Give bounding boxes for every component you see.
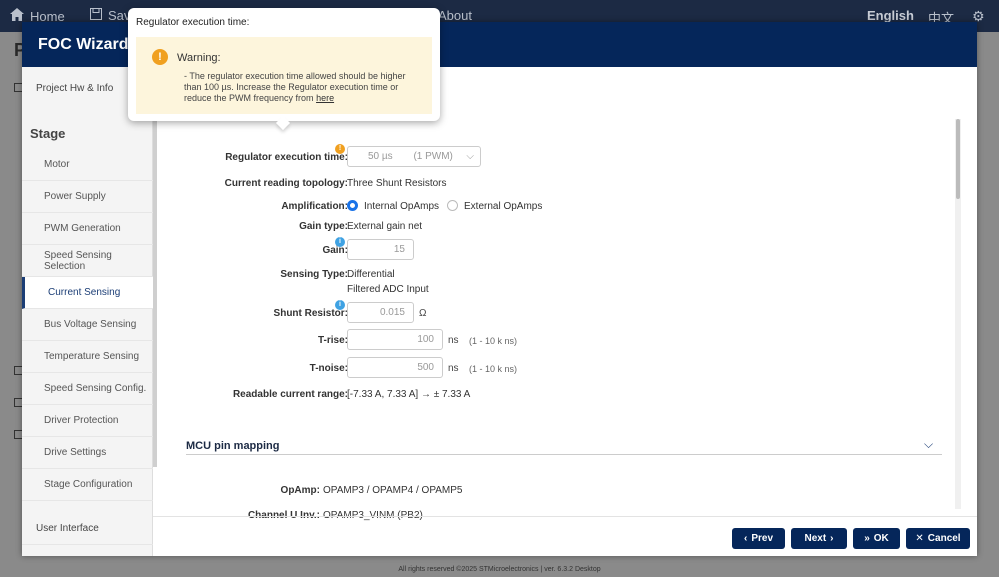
trise-range: (1 - 10 k ns) [469,336,518,346]
amp-external-radio[interactable] [447,200,458,211]
dialog-title: FOC Wizard [38,36,129,53]
regulator-execution-time-label: Regulator execution time: [225,152,348,163]
wizard-button-bar: ‹ Prev Next › » OK ✕ Cancel [153,516,977,556]
tnoise-input[interactable]: 500 [347,357,443,378]
regulator-pwm: (1 PWM) [413,151,453,162]
sidebar-item-speed-sensing-selection[interactable]: Speed Sensing Selection [22,245,153,277]
sidebar-item-power-supply[interactable]: Power Supply [22,181,153,213]
sidebar-item-stage-configuration[interactable]: Stage Configuration [22,469,153,501]
chevron-right-icon: › [830,533,834,544]
sidebar-item-current-sensing[interactable]: Current Sensing [22,277,153,309]
sidebar-scrollbar[interactable] [153,67,157,467]
tooltip-message: - The regulator execution time allowed s… [184,71,406,103]
tooltip-warning-box: ! Warning: - The regulator execution tim… [136,37,432,114]
shunt-unit: Ω [419,308,427,319]
shunt-resistor-label: Shunt Resistor: [273,308,348,319]
sidebar-item-speed-sensing-config[interactable]: Speed Sensing Config. [22,373,153,405]
amp-external-label: External OpAmps [464,201,543,212]
sidebar-item-drive-settings[interactable]: Drive Settings [22,437,153,469]
opamp-label: OpAmp: [280,485,320,496]
ok-label: OK [873,533,889,544]
footer-copyright: All rights reserved ©2025 STMicroelectro… [398,566,601,573]
next-label: Next [804,533,827,544]
sidebar-item-temperature-sensing[interactable]: Temperature Sensing [22,341,153,373]
wizard-sidebar: Project Hw & Info Stage Motor Power Supp… [22,67,153,556]
about-button[interactable]: About [438,8,472,23]
prev-label: Prev [751,533,774,544]
readable-current-range-value: [-7.33 A, 7.33 A] → ± 7.33 A [347,389,471,400]
amp-internal-label: Internal OpAmps [364,201,440,212]
tooltip-warning-text: - The regulator execution time allowed s… [184,71,424,104]
sidebar-item-user-interface[interactable]: User Interface [22,513,153,545]
tnoise-label: T-noise: [309,363,348,374]
gain-type-value: External gain net [347,221,423,232]
pwm-frequency-link[interactable]: here [316,93,334,103]
tooltip-warning-heading: Warning: [177,52,221,64]
readable-current-range-label: Readable current range: [232,389,348,400]
current-sensing-panel: Regulator execution time: ! 50 µs (1 PWM… [158,67,977,521]
language-english[interactable]: English [867,8,914,23]
main-scrollbar[interactable] [956,119,960,199]
section-divider [186,454,942,455]
prev-button[interactable]: ‹ Prev [732,528,785,549]
info-icon[interactable]: i [335,300,345,310]
regulator-value: 50 µs [368,151,393,162]
save-icon [90,8,102,23]
sensing-type-value-2: Filtered ADC Input [347,284,429,295]
shunt-resistor-input[interactable]: 0.015 [347,302,414,323]
current-reading-topology-value: Three Shunt Resistors [347,178,447,189]
sidebar-item-bus-voltage-sensing[interactable]: Bus Voltage Sensing [22,309,153,341]
mcu-pin-mapping-title[interactable]: MCU pin mapping [186,440,280,452]
tooltip-title: Regulator execution time: [136,17,250,28]
cancel-label: Cancel [927,533,961,544]
warning-icon[interactable]: ! [335,144,345,154]
current-reading-topology-label: Current reading topology: [224,178,348,189]
gain-label: Gain: [322,245,348,256]
amplification-label: Amplification: [281,201,348,212]
sidebar-item-driver-protection[interactable]: Driver Protection [22,405,153,437]
sidebar-item-pwm-generation[interactable]: PWM Generation [22,213,153,245]
chevron-down-icon[interactable]: ⌵ [924,437,933,452]
regulator-warning-tooltip: Regulator execution time: ! Warning: - T… [128,8,440,131]
sensing-type-value: Differential [347,269,395,280]
info-icon[interactable]: i [335,237,345,247]
ok-button[interactable]: » OK [853,528,900,549]
close-icon: ✕ [915,533,924,544]
tnoise-unit: ns [448,363,459,374]
trise-label: T-rise: [317,335,348,346]
sidebar-section-stage: Stage [30,126,66,141]
gain-type-label: Gain type: [299,221,348,232]
warning-icon: ! [152,49,168,65]
chevron-down-icon: ⌵ [466,151,474,162]
sensing-type-label: Sensing Type: [280,269,348,280]
chevron-left-icon: ‹ [743,533,748,544]
regulator-execution-time-select[interactable]: 50 µs (1 PWM) ⌵ [347,146,481,167]
opamp-value: OPAMP3 / OPAMP4 / OPAMP5 [323,485,463,496]
next-button[interactable]: Next › [791,528,847,549]
tnoise-range: (1 - 10 k ns) [469,364,518,374]
trise-unit: ns [448,335,459,346]
gain-input[interactable]: 15 [347,239,414,260]
trise-input[interactable]: 100 [347,329,443,350]
amp-internal-radio[interactable] [347,200,358,211]
double-chevron-icon: » [864,533,870,544]
cancel-button[interactable]: ✕ Cancel [906,528,970,549]
sidebar-item-motor[interactable]: Motor [22,149,153,181]
